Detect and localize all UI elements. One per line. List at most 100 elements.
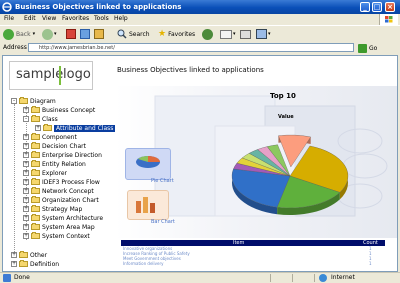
edit-icon	[256, 29, 267, 39]
expand-icon[interactable]: +	[23, 206, 29, 212]
tree-node-selected[interactable]: + Attribute and Class	[35, 124, 116, 132]
forward-button[interactable]: ▾	[42, 28, 57, 40]
search-icon	[117, 29, 127, 39]
close-button[interactable]: ×	[385, 2, 395, 12]
folder-icon	[31, 169, 40, 176]
results-table: Item Count Innovative organizations 1 In…	[121, 240, 385, 266]
tree-node[interactable]: + System Area Map	[23, 223, 95, 231]
folder-icon	[19, 251, 28, 258]
tree-node[interactable]: + Business Concept	[23, 106, 95, 114]
search-button[interactable]: Search	[117, 28, 150, 40]
favorites-button[interactable]: ★ Favorites	[158, 28, 195, 40]
zone-cell: Internet	[314, 274, 399, 282]
tree-node[interactable]: + Organization Chart	[23, 196, 99, 204]
menu-file[interactable]: File	[4, 15, 14, 22]
tree-node-other[interactable]: + Other	[11, 251, 47, 259]
expand-icon[interactable]: +	[23, 107, 29, 113]
collapse-icon[interactable]: -	[11, 98, 17, 104]
maximize-button[interactable]: □	[372, 2, 382, 12]
table-row[interactable]: Information delivery 1	[121, 261, 385, 266]
history-button[interactable]	[202, 28, 213, 40]
status-cell	[270, 274, 291, 282]
logo-divider	[59, 66, 61, 85]
expand-icon[interactable]: +	[23, 197, 29, 203]
folder-icon	[31, 187, 40, 194]
chart-panel: Pie Chart Bar Chart Top 10 Value	[115, 86, 397, 238]
minimize-button[interactable]: _	[360, 2, 370, 12]
tree-node[interactable]: + System Architecture	[23, 214, 103, 222]
print-button[interactable]	[240, 28, 251, 40]
expand-icon[interactable]: +	[23, 233, 29, 239]
folder-icon	[31, 142, 40, 149]
folder-icon	[31, 106, 40, 113]
tree-node[interactable]: - Class	[23, 115, 58, 123]
tree-node[interactable]: + Decision Chart	[23, 142, 86, 150]
tree-node[interactable]: + Strategy Map	[23, 205, 82, 213]
pie-chart	[231, 134, 349, 216]
status-cell	[292, 274, 313, 282]
sample-logo: sample logo	[9, 61, 93, 90]
expand-icon[interactable]: +	[23, 152, 29, 158]
expand-icon[interactable]: +	[23, 161, 29, 167]
home-button[interactable]	[94, 28, 104, 40]
folder-icon	[19, 97, 28, 104]
browser-window: Business Objectives linked to applicatio…	[0, 0, 400, 283]
tree-node[interactable]: + Explorer	[23, 169, 67, 177]
address-input[interactable]: http://www.jamesbrian.be.net/	[28, 43, 354, 52]
expand-icon[interactable]: +	[23, 179, 29, 185]
mail-button[interactable]: ▾	[220, 28, 236, 40]
refresh-icon	[80, 29, 90, 39]
expand-icon[interactable]: +	[23, 224, 29, 230]
mail-icon	[220, 29, 232, 39]
globe-icon	[319, 274, 327, 282]
expand-icon[interactable]: +	[23, 188, 29, 194]
menu-help[interactable]: Help	[114, 15, 128, 22]
tree-node[interactable]: + System Context	[23, 232, 90, 240]
tree-node[interactable]: + Network Concept	[23, 187, 94, 195]
expand-icon[interactable]: +	[23, 170, 29, 176]
chevron-down-icon: ▾	[233, 31, 236, 37]
tree-node[interactable]: + Component	[23, 133, 77, 141]
menu-tools[interactable]: Tools	[94, 15, 109, 22]
folder-icon	[31, 223, 40, 230]
tree-node-diagram[interactable]: - Diagram	[11, 97, 56, 105]
expand-icon[interactable]: +	[23, 215, 29, 221]
status-text: Done	[14, 274, 30, 281]
folder-icon	[31, 214, 40, 221]
folder-icon	[31, 178, 40, 185]
menu-favorites[interactable]: Favorites	[62, 15, 89, 22]
stop-button[interactable]	[66, 28, 76, 40]
star-icon: ★	[158, 29, 167, 39]
tree-node[interactable]: + IDEF3 Process Flow	[23, 178, 100, 186]
chevron-down-icon: ▾	[32, 31, 36, 37]
stop-icon	[66, 29, 76, 39]
collapse-icon[interactable]: -	[23, 116, 29, 122]
page-title: Business Objectives linked to applicatio…	[117, 66, 264, 74]
folder-icon	[31, 151, 40, 158]
page-icon	[3, 274, 11, 282]
back-arrow-icon	[3, 28, 14, 40]
folder-icon	[31, 196, 40, 203]
tree-node[interactable]: + Enterprise Direction	[23, 151, 102, 159]
menu-bar: File Edit View Favorites Tools Help	[0, 14, 400, 25]
chevron-down-icon: ▾	[54, 31, 57, 37]
folder-icon	[31, 160, 40, 167]
expand-icon[interactable]: +	[23, 143, 29, 149]
tree-node[interactable]: + Entity Relation	[23, 160, 86, 168]
expand-icon[interactable]: +	[23, 134, 29, 140]
folder-icon	[31, 205, 40, 212]
menu-edit[interactable]: Edit	[24, 15, 36, 22]
expand-icon[interactable]: +	[35, 125, 41, 131]
edit-button[interactable]: ▾	[256, 28, 271, 40]
back-button[interactable]: Back ▾	[3, 28, 35, 40]
tree-guide	[14, 104, 15, 256]
expand-icon[interactable]: +	[11, 252, 17, 258]
home-icon	[94, 29, 104, 39]
refresh-button[interactable]	[80, 28, 90, 40]
page-content: sample logo Business Objectives linked t…	[2, 55, 398, 272]
menu-view[interactable]: View	[42, 15, 56, 22]
tree-node-definition[interactable]: + Definition	[11, 260, 59, 268]
expand-icon[interactable]: +	[11, 261, 17, 267]
folder-icon	[31, 115, 40, 122]
go-button[interactable]: Go	[358, 43, 377, 53]
